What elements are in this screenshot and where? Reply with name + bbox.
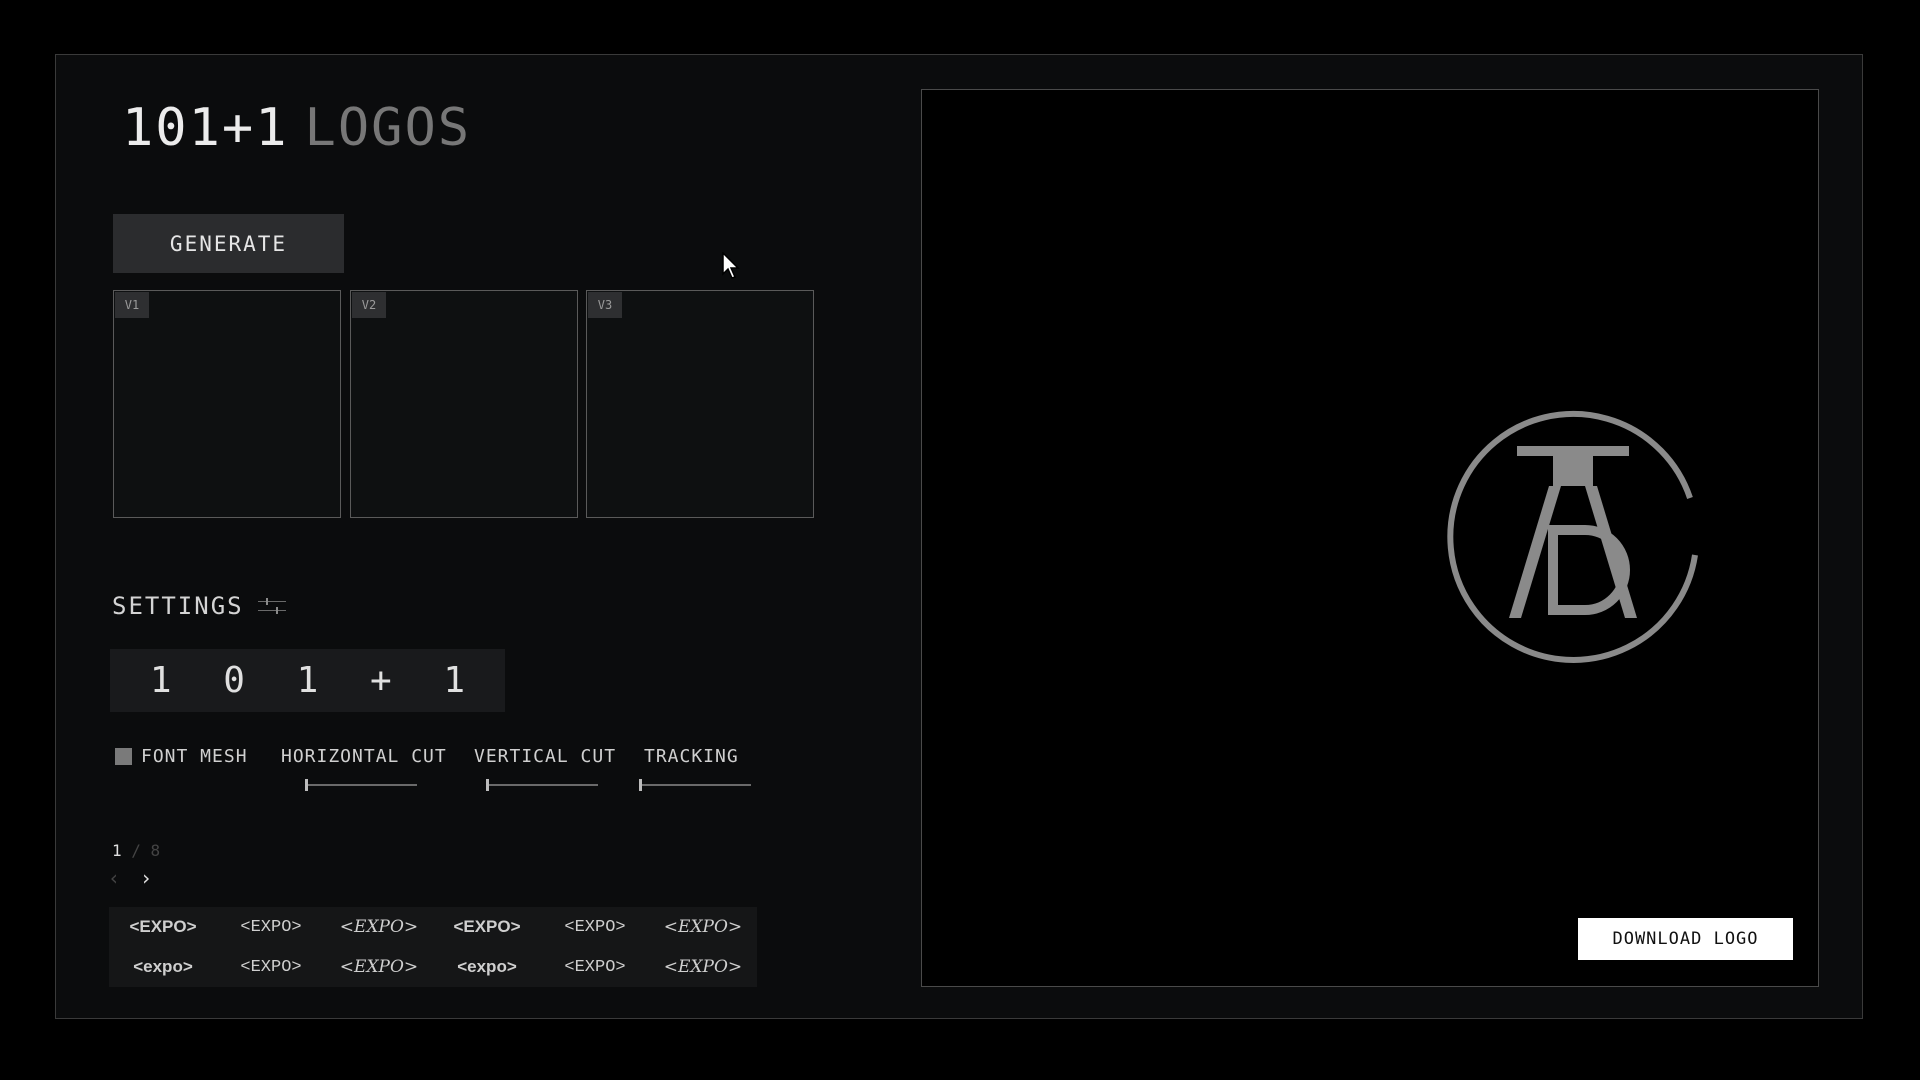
font-option[interactable]: <EXPO> [564, 958, 625, 977]
char-slot-5[interactable]: 1 [434, 660, 474, 701]
app-title-number: 101+1 [122, 98, 289, 158]
app-title-word: LOGOS [304, 98, 472, 158]
font-mesh-label: FONT MESH [141, 746, 248, 767]
font-option[interactable]: <EXPO> [564, 918, 625, 937]
vertical-cut-slider[interactable] [486, 779, 598, 791]
variant-tag: V3 [588, 292, 622, 318]
page-current: 1 [112, 841, 122, 860]
font-option[interactable]: <EXPO> [240, 958, 301, 977]
font-option[interactable]: <expo> [133, 957, 193, 977]
pager-arrows: ‹ › [108, 866, 152, 890]
font-option[interactable]: <EXPO> [240, 918, 301, 937]
font-picker-grid: <EXPO> <EXPO> <EXPO> <EXPO> <EXPO> <EXPO… [109, 907, 757, 987]
variant-slot-3[interactable]: V3 [586, 290, 814, 518]
char-slot-2[interactable]: 0 [214, 660, 254, 701]
mouse-cursor-icon [722, 252, 740, 279]
chevron-right-icon[interactable]: › [140, 866, 152, 890]
tracking-slider[interactable] [639, 779, 751, 791]
variant-slot-1[interactable]: V1 [113, 290, 341, 518]
char-slot-4[interactable]: + [361, 660, 401, 701]
variant-tag: V2 [352, 292, 386, 318]
horizontal-cut-thumb[interactable] [305, 779, 308, 791]
font-mesh-checkbox[interactable] [115, 748, 132, 765]
settings-heading: SETTINGS [112, 592, 286, 620]
vertical-cut-label: VERTICAL CUT [474, 746, 617, 767]
tracking-control: TRACKING [639, 746, 794, 791]
settings-title: SETTINGS [112, 592, 244, 620]
font-option[interactable]: <EXPO> [664, 917, 742, 937]
tracking-thumb[interactable] [639, 779, 642, 791]
page-total: 8 [150, 841, 161, 860]
app-title: 101+1 LOGOS [122, 98, 471, 158]
font-option[interactable]: <EXPO> [664, 957, 742, 977]
page-counter: 1 / 8 [112, 841, 160, 860]
horizontal-cut-control: HORIZONTAL CUT [281, 746, 447, 791]
char-slot-1[interactable]: 1 [141, 660, 181, 701]
char-slot-3[interactable]: 1 [287, 660, 327, 701]
generate-button[interactable]: GENERATE [113, 214, 344, 273]
generated-logo [1447, 410, 1698, 663]
font-option[interactable]: <EXPO> [453, 917, 520, 937]
tracking-label: TRACKING [644, 746, 739, 767]
font-option[interactable]: <EXPO> [129, 917, 196, 937]
horizontal-cut-slider[interactable] [305, 779, 417, 791]
font-mesh-toggle[interactable]: FONT MESH [115, 746, 248, 767]
variant-slot-2[interactable]: V2 [350, 290, 578, 518]
vertical-cut-thumb[interactable] [486, 779, 489, 791]
font-option[interactable]: <EXPO> [340, 957, 418, 977]
logo-characters[interactable]: 1 0 1 + 1 [110, 649, 505, 712]
page-separator: / [121, 841, 151, 860]
chevron-left-icon[interactable]: ‹ [108, 866, 120, 890]
font-option[interactable]: <expo> [457, 957, 517, 977]
sliders-icon[interactable] [257, 595, 286, 617]
variant-tag: V1 [115, 292, 149, 318]
font-option[interactable]: <EXPO> [340, 917, 418, 937]
vertical-cut-control: VERTICAL CUT [474, 746, 624, 791]
download-logo-button[interactable]: DOWNLOAD LOGO [1578, 918, 1793, 960]
horizontal-cut-label: HORIZONTAL CUT [281, 746, 447, 767]
